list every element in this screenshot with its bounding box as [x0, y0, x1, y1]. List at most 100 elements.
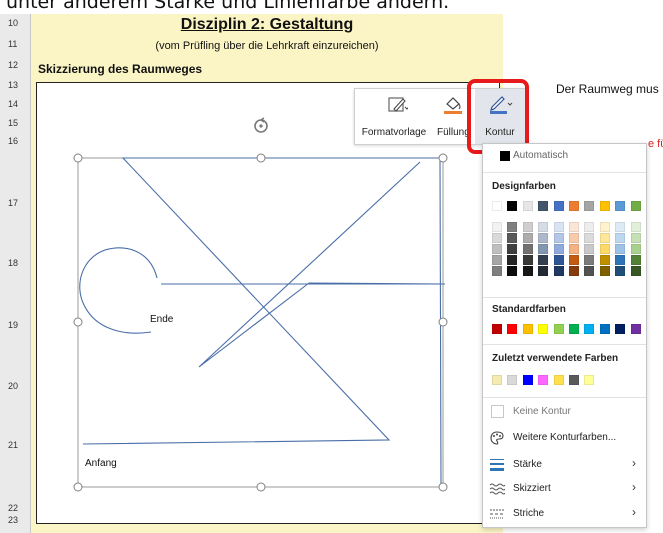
theme-shade-swatch[interactable] — [615, 244, 626, 254]
theme-shade-swatch[interactable] — [569, 222, 579, 232]
theme-shade-swatch[interactable] — [630, 244, 641, 254]
theme-shade-swatch[interactable] — [553, 244, 564, 254]
theme-shade-swatch[interactable] — [492, 266, 502, 276]
theme-shade-swatch[interactable] — [630, 222, 641, 232]
recent-color-swatch[interactable] — [492, 375, 502, 385]
standard-color-swatch[interactable] — [569, 324, 579, 334]
theme-shade-swatch[interactable] — [599, 266, 610, 276]
sketched-item[interactable]: Skizziert › — [483, 477, 646, 501]
resize-handle[interactable] — [438, 153, 448, 163]
no-outline-item[interactable]: Keine Kontur — [483, 400, 646, 424]
theme-shade-swatch[interactable] — [522, 233, 533, 243]
recent-color-swatch[interactable] — [538, 375, 549, 385]
recent-color-swatch[interactable] — [553, 375, 564, 385]
standard-color-swatch[interactable] — [522, 324, 533, 334]
theme-shade-swatch[interactable] — [492, 255, 502, 265]
theme-shade-swatch[interactable] — [569, 255, 579, 265]
resize-handle[interactable] — [438, 317, 448, 327]
theme-color-swatch[interactable] — [630, 201, 641, 211]
theme-shade-swatch[interactable] — [569, 266, 579, 276]
automatic-color-item[interactable]: Automatisch — [483, 144, 646, 168]
recent-color-swatch[interactable] — [507, 375, 518, 385]
theme-shade-swatch[interactable] — [538, 255, 549, 265]
theme-shade-swatch[interactable] — [492, 233, 502, 243]
resize-handle[interactable] — [73, 153, 83, 163]
theme-shade-swatch[interactable] — [615, 266, 626, 276]
theme-shade-swatch[interactable] — [507, 233, 518, 243]
theme-shade-swatch[interactable] — [538, 266, 549, 276]
resize-handle[interactable] — [256, 153, 266, 163]
theme-color-swatch[interactable] — [584, 201, 595, 211]
theme-shade-swatch[interactable] — [615, 233, 626, 243]
resize-handle[interactable] — [73, 317, 83, 327]
menu-separator — [483, 397, 646, 398]
theme-shade-swatch[interactable] — [507, 266, 518, 276]
theme-shade-swatch[interactable] — [630, 266, 641, 276]
standard-color-swatch[interactable] — [553, 324, 564, 334]
theme-shade-swatch[interactable] — [538, 222, 549, 232]
fill-button[interactable]: Füllung — [433, 89, 471, 144]
fill-label: Füllung — [437, 127, 470, 138]
theme-colors-title: Designfarben — [492, 181, 556, 192]
theme-shade-swatch[interactable] — [584, 255, 595, 265]
sketched-label: Skizziert — [513, 483, 551, 494]
theme-shade-swatch[interactable] — [599, 222, 610, 232]
recent-color-swatch[interactable] — [584, 375, 595, 385]
theme-shade-swatch[interactable] — [630, 255, 641, 265]
recent-color-swatch[interactable] — [569, 375, 579, 385]
theme-color-swatch[interactable] — [615, 201, 626, 211]
standard-color-swatch[interactable] — [584, 324, 595, 334]
theme-shade-swatch[interactable] — [492, 222, 502, 232]
theme-shade-swatch[interactable] — [599, 233, 610, 243]
theme-color-swatch[interactable] — [553, 201, 564, 211]
weight-item[interactable]: Stärke › — [483, 453, 646, 477]
recent-color-swatch[interactable] — [522, 375, 533, 385]
dashes-item[interactable]: Striche › — [483, 502, 646, 526]
resize-handle[interactable] — [256, 482, 266, 492]
theme-shade-swatch[interactable] — [615, 255, 626, 265]
theme-color-swatch[interactable] — [569, 201, 579, 211]
resize-handle[interactable] — [438, 482, 448, 492]
resize-handles[interactable] — [73, 153, 448, 492]
theme-shade-swatch[interactable] — [522, 244, 533, 254]
theme-shade-swatch[interactable] — [553, 222, 564, 232]
theme-shade-swatch[interactable] — [584, 244, 595, 254]
standard-color-swatch[interactable] — [492, 324, 502, 334]
theme-shade-swatch[interactable] — [507, 244, 518, 254]
theme-shade-swatch[interactable] — [507, 255, 518, 265]
standard-color-swatch[interactable] — [599, 324, 610, 334]
theme-shade-swatch[interactable] — [538, 244, 549, 254]
theme-shade-swatch[interactable] — [615, 222, 626, 232]
theme-shade-swatch[interactable] — [599, 244, 610, 254]
theme-shade-swatch[interactable] — [553, 266, 564, 276]
standard-color-swatch[interactable] — [630, 324, 641, 334]
theme-shade-swatch[interactable] — [584, 266, 595, 276]
theme-shade-swatch[interactable] — [584, 233, 595, 243]
theme-shade-swatch[interactable] — [522, 222, 533, 232]
more-outline-colors-item[interactable]: Weitere Konturfarben... — [483, 426, 646, 450]
theme-shade-swatch[interactable] — [569, 244, 579, 254]
theme-shade-swatch[interactable] — [522, 266, 533, 276]
standard-color-swatch[interactable] — [538, 324, 549, 334]
theme-shade-swatch[interactable] — [538, 233, 549, 243]
theme-color-swatch[interactable] — [599, 201, 610, 211]
standard-color-swatch[interactable] — [507, 324, 518, 334]
theme-color-swatch[interactable] — [522, 201, 533, 211]
theme-shade-swatch[interactable] — [599, 255, 610, 265]
resize-handle[interactable] — [73, 482, 83, 492]
theme-shade-swatch[interactable] — [630, 233, 641, 243]
theme-shade-swatch[interactable] — [569, 233, 579, 243]
standard-color-swatch[interactable] — [615, 324, 626, 334]
theme-shade-swatch[interactable] — [553, 233, 564, 243]
theme-shade-swatch[interactable] — [584, 222, 595, 232]
format-style-button[interactable]: Formatvorlage — [359, 89, 429, 144]
theme-shade-swatch[interactable] — [492, 244, 502, 254]
theme-shade-swatch[interactable] — [507, 222, 518, 232]
rotate-handle-icon[interactable] — [254, 117, 268, 133]
theme-shade-swatch[interactable] — [553, 255, 564, 265]
theme-color-swatch[interactable] — [507, 201, 518, 211]
theme-color-swatch[interactable] — [492, 201, 502, 211]
theme-color-swatch[interactable] — [538, 201, 549, 211]
sketched-line-icon — [489, 483, 505, 495]
theme-shade-swatch[interactable] — [522, 255, 533, 265]
